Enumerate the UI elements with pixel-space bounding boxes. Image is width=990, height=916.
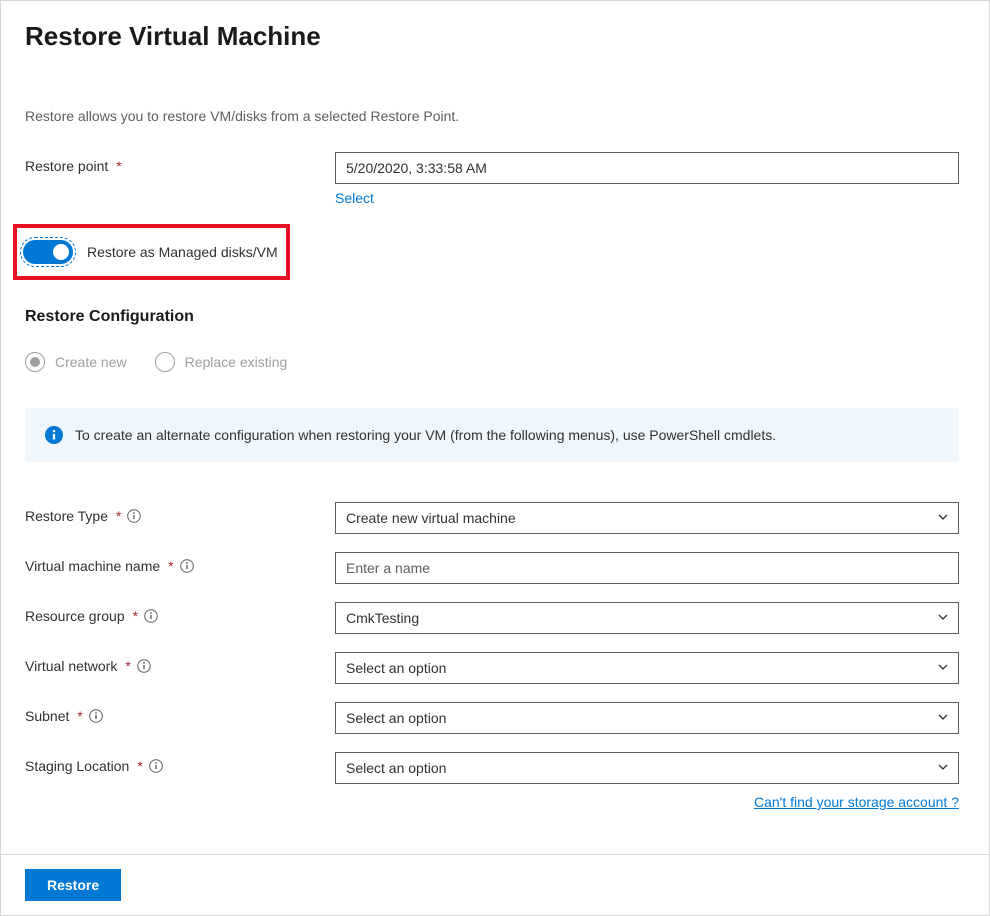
restore-point-input[interactable] xyxy=(335,152,959,184)
restore-button[interactable]: Restore xyxy=(25,869,121,901)
subnet-select[interactable]: Select an option xyxy=(335,702,959,734)
resource-group-label: Resource group xyxy=(25,608,125,624)
radio-replace-existing[interactable]: Replace existing xyxy=(155,352,288,372)
info-tooltip-icon[interactable] xyxy=(180,559,194,573)
subnet-label: Subnet xyxy=(25,708,69,724)
required-indicator: * xyxy=(116,158,121,174)
resource-group-value: CmkTesting xyxy=(346,610,419,626)
radio-create-new-label: Create new xyxy=(55,354,127,370)
resource-group-row: Resource group * CmkTesting xyxy=(25,602,959,634)
staging-location-label: Staging Location xyxy=(25,758,129,774)
restore-point-row: Restore point * Select xyxy=(25,152,959,206)
restore-config-radio-group: Create new Replace existing xyxy=(25,352,959,372)
restore-type-value: Create new virtual machine xyxy=(346,510,516,526)
virtual-network-label: Virtual network xyxy=(25,658,117,674)
restore-type-label: Restore Type xyxy=(25,508,108,524)
page-title: Restore Virtual Machine xyxy=(25,21,959,52)
subnet-value: Select an option xyxy=(346,710,446,726)
restore-point-label: Restore point xyxy=(25,158,108,174)
vm-name-input[interactable] xyxy=(335,552,959,584)
subnet-row: Subnet * Select an option xyxy=(25,702,959,734)
info-icon xyxy=(45,426,63,444)
page-description: Restore allows you to restore VM/disks f… xyxy=(25,108,959,124)
info-tooltip-icon[interactable] xyxy=(137,659,151,673)
managed-disks-toggle-label: Restore as Managed disks/VM xyxy=(87,244,278,260)
vm-name-label: Virtual machine name xyxy=(25,558,160,574)
restore-type-row: Restore Type * Create new virtual machine xyxy=(25,502,959,534)
radio-circle-icon xyxy=(155,352,175,372)
page-footer: Restore xyxy=(1,854,989,915)
radio-dot-icon xyxy=(30,357,40,367)
info-tooltip-icon[interactable] xyxy=(127,509,141,523)
toggle-thumb xyxy=(53,244,69,260)
required-indicator: * xyxy=(125,658,130,674)
radio-create-new[interactable]: Create new xyxy=(25,352,127,372)
staging-location-select[interactable]: Select an option xyxy=(335,752,959,784)
virtual-network-row: Virtual network * Select an option xyxy=(25,652,959,684)
required-indicator: * xyxy=(77,708,82,724)
restore-configuration-heading: Restore Configuration xyxy=(25,308,959,326)
vm-name-row: Virtual machine name * xyxy=(25,552,959,584)
virtual-network-value: Select an option xyxy=(346,660,446,676)
required-indicator: * xyxy=(137,758,142,774)
managed-disks-highlight-box: Restore as Managed disks/VM xyxy=(13,224,290,280)
info-tooltip-icon[interactable] xyxy=(144,609,158,623)
info-tooltip-icon[interactable] xyxy=(149,759,163,773)
restore-type-select[interactable]: Create new virtual machine xyxy=(335,502,959,534)
required-indicator: * xyxy=(116,508,121,524)
required-indicator: * xyxy=(168,558,173,574)
info-tooltip-icon[interactable] xyxy=(89,709,103,723)
radio-replace-existing-label: Replace existing xyxy=(185,354,288,370)
info-banner-text: To create an alternate configuration whe… xyxy=(75,427,776,443)
radio-circle-icon xyxy=(25,352,45,372)
staging-location-row: Staging Location * Select an option xyxy=(25,752,959,810)
info-banner: To create an alternate configuration whe… xyxy=(25,408,959,462)
staging-location-value: Select an option xyxy=(346,760,446,776)
virtual-network-select[interactable]: Select an option xyxy=(335,652,959,684)
cant-find-storage-link[interactable]: Can't find your storage account ? xyxy=(754,794,959,810)
resource-group-select[interactable]: CmkTesting xyxy=(335,602,959,634)
required-indicator: * xyxy=(133,608,138,624)
select-restore-point-link[interactable]: Select xyxy=(335,190,374,206)
managed-disks-toggle[interactable] xyxy=(23,240,73,264)
